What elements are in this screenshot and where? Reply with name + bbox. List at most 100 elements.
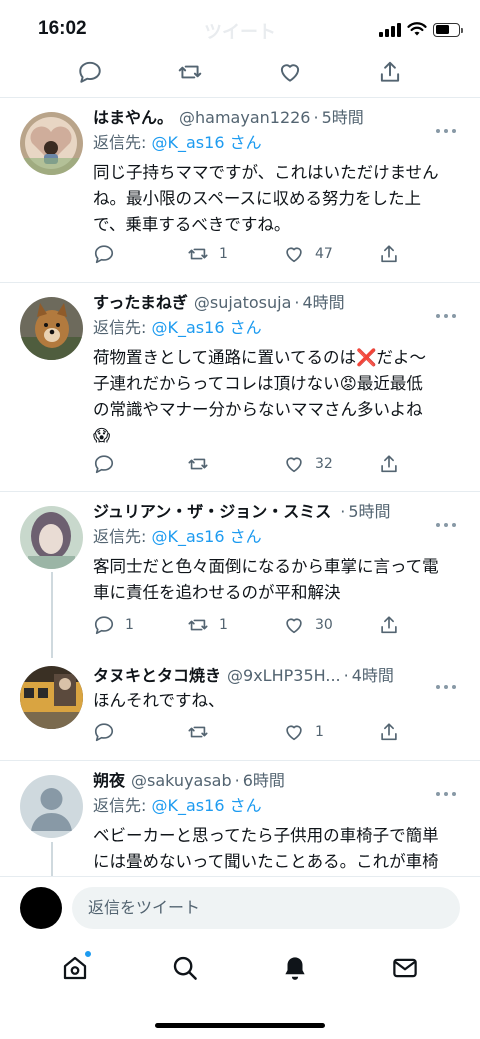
- like-icon: [286, 725, 302, 741]
- like-count: 47: [315, 246, 333, 262]
- reply-icon[interactable]: [77, 59, 103, 85]
- share-button[interactable]: [378, 243, 400, 265]
- tweet-actions: 1: [93, 721, 413, 745]
- retweet-button[interactable]: 1: [187, 614, 228, 636]
- retweet-count: 1: [219, 246, 228, 262]
- timestamp[interactable]: 5時間: [322, 108, 364, 128]
- like-icon: [286, 618, 302, 634]
- reply-tweet[interactable]: 朔夜 @sakuyasab · 6時間 返信先: @K_as16 さん ベビーカ…: [0, 761, 480, 876]
- display-name[interactable]: ジュリアン・ザ・ジョン・スミス: [93, 502, 331, 522]
- like-button[interactable]: 1: [283, 721, 324, 743]
- tab-home[interactable]: [60, 950, 92, 983]
- share-button[interactable]: [378, 721, 400, 743]
- like-count: 30: [315, 617, 333, 633]
- user-handle[interactable]: @sakuyasab: [131, 771, 232, 791]
- tweet-actions: 32: [93, 453, 413, 477]
- bell-icon: [285, 957, 305, 980]
- tab-search[interactable]: [170, 953, 200, 983]
- reply-tweet[interactable]: はまやん。 @hamayan1226 · 5時間 返信先: @K_as16 さん…: [0, 98, 480, 282]
- status-bar: 16:02 ツイート: [0, 0, 480, 58]
- user-handle[interactable]: @hamayan1226: [179, 108, 310, 128]
- timestamp[interactable]: 4時間: [303, 293, 345, 313]
- timestamp[interactable]: 5時間: [348, 502, 390, 522]
- tweet-text: ベビーカーと思ってたら子供用の車椅子で簡単 には畳めないって聞いたことある。これ…: [93, 826, 439, 871]
- share-icon: [381, 245, 397, 263]
- reply-button[interactable]: 1: [93, 614, 134, 636]
- reply-icon: [94, 723, 114, 742]
- share-icon: [381, 455, 397, 473]
- avatar[interactable]: [20, 887, 62, 929]
- avatar[interactable]: [20, 112, 83, 175]
- search-icon: [173, 956, 197, 980]
- home-indicator: [155, 1023, 325, 1028]
- mention-link[interactable]: @K_as16 さん: [152, 318, 262, 337]
- tab-bar: [0, 940, 480, 996]
- user-handle[interactable]: @sujatosuja: [194, 293, 292, 313]
- reply-input[interactable]: 返信をツイート: [72, 887, 460, 929]
- retweet-button[interactable]: 1: [187, 243, 228, 265]
- share-icon: [381, 616, 397, 634]
- like-count: 32: [315, 456, 333, 472]
- share-button[interactable]: [378, 453, 400, 475]
- reply-icon: [94, 616, 114, 635]
- tweet-actions: 1 1 30: [93, 614, 413, 638]
- mention-link[interactable]: @K_as16 さん: [152, 527, 262, 546]
- avatar[interactable]: [20, 666, 83, 729]
- share-icon[interactable]: [377, 59, 403, 85]
- avatar[interactable]: [20, 775, 83, 838]
- reply-button[interactable]: [93, 453, 125, 475]
- tab-messages[interactable]: [390, 953, 420, 983]
- replying-to: 返信先: @K_as16 さん: [93, 527, 262, 546]
- more-options-icon[interactable]: [436, 674, 460, 689]
- avatar[interactable]: [20, 297, 83, 360]
- like-icon[interactable]: [277, 59, 303, 85]
- display-name[interactable]: すったまねぎ: [93, 293, 188, 313]
- replying-to: 返信先: @K_as16 さん: [93, 133, 262, 152]
- user-handle[interactable]: @9xLHP35H...: [227, 666, 341, 686]
- retweet-count: 1: [219, 617, 228, 633]
- tweet-actions: 1 47: [93, 243, 413, 267]
- tweet-text: ほんそれですね、: [93, 691, 225, 710]
- timestamp[interactable]: 4時間: [352, 666, 394, 686]
- avatar[interactable]: [20, 506, 83, 569]
- cellular-signal-icon: [379, 22, 401, 37]
- retweet-button[interactable]: [187, 721, 219, 743]
- reply-tweet[interactable]: すったまねぎ @sujatosuja · 4時間 返信先: @K_as16 さん…: [0, 283, 480, 491]
- share-button[interactable]: [378, 614, 400, 636]
- like-icon: [286, 457, 302, 473]
- reply-icon: [94, 245, 114, 264]
- reply-button[interactable]: [93, 721, 125, 743]
- mention-link[interactable]: @K_as16 さん: [152, 133, 262, 152]
- share-icon: [381, 723, 397, 741]
- wifi-icon: [407, 22, 427, 36]
- battery-icon: [433, 22, 463, 37]
- display-name[interactable]: 朔夜: [93, 771, 125, 791]
- more-options-icon[interactable]: [436, 303, 460, 318]
- like-button[interactable]: 47: [283, 243, 333, 265]
- more-options-icon[interactable]: [436, 118, 460, 133]
- tweet-action-bar: [0, 54, 480, 90]
- reply-count: 1: [125, 617, 134, 633]
- display-name[interactable]: はまやん。: [93, 108, 173, 128]
- tweet-text: 同じ子持ちママですが、これはいただけません ね。最小限のスペースに収める努力をし…: [93, 163, 439, 234]
- more-options-icon[interactable]: [436, 512, 460, 527]
- reply-button[interactable]: [93, 243, 125, 265]
- tweet-text: 客同士だと色々面倒になるから車掌に言って電 車に責任を追わせるのが平和解決: [93, 557, 439, 602]
- like-count: 1: [315, 724, 324, 740]
- retweet-button[interactable]: [187, 453, 219, 475]
- reply-composer: 返信をツイート: [0, 876, 480, 936]
- reply-tweet[interactable]: ジュリアン・ザ・ジョン・スミス · 5時間 返信先: @K_as16 さん 客同…: [0, 492, 480, 652]
- reply-icon: [94, 455, 114, 474]
- timestamp[interactable]: 6時間: [243, 771, 285, 791]
- display-name[interactable]: タヌキとタコ焼き: [93, 666, 221, 686]
- like-button[interactable]: 30: [283, 614, 333, 636]
- like-icon: [286, 247, 302, 263]
- like-button[interactable]: 32: [283, 453, 333, 475]
- more-options-icon[interactable]: [436, 781, 460, 796]
- reply-tweet[interactable]: タヌキとタコ焼き @9xLHP35H... · 4時間 ほんそれですね、 1: [0, 652, 480, 760]
- retweet-icon: [188, 248, 208, 260]
- mention-link[interactable]: @K_as16 さん: [152, 796, 262, 815]
- retweet-icon[interactable]: [177, 59, 203, 85]
- replying-to: 返信先: @K_as16 さん: [93, 318, 262, 337]
- tab-notifications[interactable]: [280, 953, 310, 983]
